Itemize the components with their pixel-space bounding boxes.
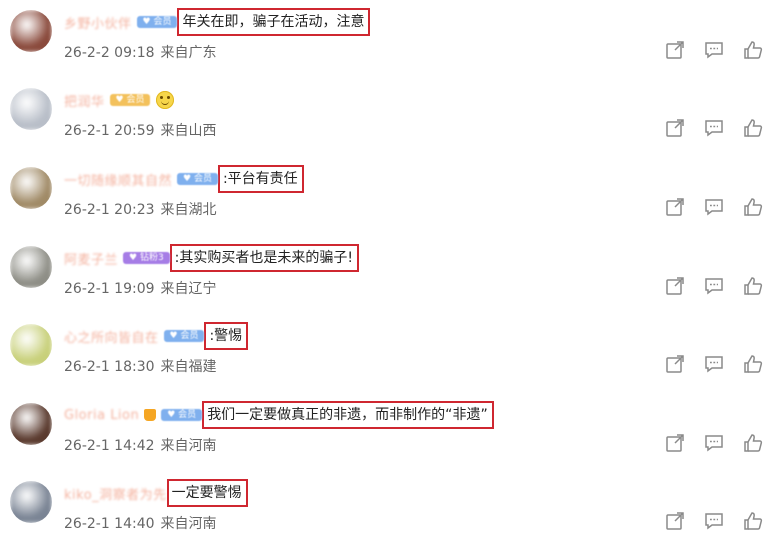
comment-date: 26-2-2 09:18 bbox=[64, 45, 155, 61]
share-icon[interactable] bbox=[665, 40, 685, 60]
username-link[interactable]: 一切随缘顺其自然 bbox=[64, 170, 172, 189]
member-badge[interactable]: ♥ 会员 bbox=[161, 409, 203, 421]
username-link[interactable]: 乡野小伙伴 bbox=[64, 13, 132, 32]
comment-location: 来自辽宁 bbox=[160, 281, 217, 297]
comment-icon[interactable] bbox=[704, 118, 724, 138]
comment-icon[interactable] bbox=[704, 511, 724, 531]
thumbs-up-icon[interactable] bbox=[743, 354, 763, 374]
share-icon[interactable] bbox=[665, 433, 685, 453]
thumbs-up-icon[interactable] bbox=[743, 433, 763, 453]
comment-date: 26-2-1 19:09 bbox=[64, 281, 155, 297]
username-link[interactable]: 阿麦子兰 bbox=[64, 249, 118, 268]
avatar[interactable] bbox=[10, 88, 52, 130]
comment-icon[interactable] bbox=[704, 276, 724, 296]
comment-item: 把润华 ♥ 会员 26-2-1 20:59 来自山西 bbox=[0, 78, 771, 156]
comment-header: 一切随缘顺其自然 ♥ 会员:平台有责任 bbox=[64, 165, 761, 193]
comment-icon[interactable] bbox=[704, 40, 724, 60]
comment-location: 来自河南 bbox=[160, 516, 217, 532]
comment-icon[interactable] bbox=[704, 433, 724, 453]
comment-meta: 26-2-1 19:09 来自辽宁 bbox=[64, 278, 217, 298]
comment-text: :平台有责任 bbox=[217, 165, 304, 193]
comment-text: :其实购买者也是未来的骗子! bbox=[169, 244, 360, 272]
comment-header: 乡野小伙伴 ♥ 会员 年关在即，骗子在活动，注意 bbox=[64, 8, 761, 36]
comment-item: kiko_洞察者为先 一定要警惕 26-2-1 14:40 来自河南 bbox=[0, 471, 771, 549]
comment-text: 我们一定要做真正的非遗，而非制作的“非遗” bbox=[202, 401, 494, 429]
comment-item: Gloria Lion ♥ 会员 我们一定要做真正的非遗，而非制作的“非遗” 26-2… bbox=[0, 393, 771, 471]
comment-text: 年关在即，骗子在活动，注意 bbox=[177, 8, 371, 36]
comment-meta: 26-2-1 14:40 来自河南 bbox=[64, 513, 217, 533]
comment-icon[interactable] bbox=[704, 354, 724, 374]
comment-location: 来自湖北 bbox=[160, 202, 217, 218]
comment-icon[interactable] bbox=[704, 197, 724, 217]
member-badge[interactable]: ♥ 会员 bbox=[163, 330, 205, 342]
comment-header: 心之所向皆自在 ♥ 会员:警惕 bbox=[64, 322, 761, 350]
comment-actions bbox=[665, 433, 763, 453]
avatar[interactable] bbox=[10, 10, 52, 52]
avatar[interactable] bbox=[10, 246, 52, 288]
share-icon[interactable] bbox=[665, 118, 685, 138]
avatar[interactable] bbox=[10, 167, 52, 209]
comment-item: 心之所向皆自在 ♥ 会员:警惕 26-2-1 18:30 来自福建 bbox=[0, 314, 771, 392]
comment-item: 一切随缘顺其自然 ♥ 会员:平台有责任 26-2-1 20:23 来自湖北 bbox=[0, 157, 771, 235]
comment-header: 阿麦子兰 ♥ 钻粉3:其实购买者也是未来的骗子! bbox=[64, 244, 761, 272]
member-badge[interactable]: ♥ 会员 bbox=[177, 173, 218, 185]
comment-location: 来自广东 bbox=[160, 45, 217, 61]
comment-header: Gloria Lion ♥ 会员 我们一定要做真正的非遗，而非制作的“非遗” bbox=[64, 401, 761, 429]
crown-icon bbox=[144, 409, 157, 421]
comment-actions bbox=[665, 276, 763, 296]
comment-meta: 26-2-1 14:42 来自河南 bbox=[64, 435, 217, 455]
share-icon[interactable] bbox=[665, 354, 685, 374]
smiley-emoji-icon bbox=[156, 91, 175, 109]
share-icon[interactable] bbox=[665, 511, 685, 531]
comment-date: 26-2-1 14:40 bbox=[64, 516, 155, 532]
comment-date: 26-2-1 20:59 bbox=[64, 123, 155, 139]
comment-meta: 26-2-1 18:30 来自福建 bbox=[64, 356, 217, 376]
comment-date: 26-2-1 20:23 bbox=[64, 202, 155, 218]
thumbs-up-icon[interactable] bbox=[743, 276, 763, 296]
comment-location: 来自山西 bbox=[160, 123, 217, 139]
share-icon[interactable] bbox=[665, 197, 685, 217]
comment-date: 26-2-1 14:42 bbox=[64, 438, 155, 454]
thumbs-up-icon[interactable] bbox=[743, 511, 763, 531]
avatar[interactable] bbox=[10, 403, 52, 445]
comment-actions bbox=[665, 118, 763, 138]
username-link[interactable]: kiko_洞察者为先 bbox=[64, 484, 167, 503]
comment-date: 26-2-1 18:30 bbox=[64, 359, 155, 375]
comment-actions bbox=[665, 511, 763, 531]
username-link[interactable]: 把润华 bbox=[64, 91, 105, 110]
comment-header: 把润华 ♥ 会员 bbox=[64, 86, 761, 114]
member-badge[interactable]: ♥ 钻粉3 bbox=[123, 252, 170, 264]
comment-text: 一定要警惕 bbox=[166, 479, 248, 507]
comment-actions bbox=[665, 40, 763, 60]
thumbs-up-icon[interactable] bbox=[743, 118, 763, 138]
thumbs-up-icon[interactable] bbox=[743, 197, 763, 217]
comment-actions bbox=[665, 197, 763, 217]
thumbs-up-icon[interactable] bbox=[743, 40, 763, 60]
comment-item: 乡野小伙伴 ♥ 会员 年关在即，骗子在活动，注意 26-2-2 09:18 来自广东 bbox=[0, 0, 771, 78]
comment-list: 乡野小伙伴 ♥ 会员 年关在即，骗子在活动，注意 26-2-2 09:18 来自广东 把润… bbox=[0, 0, 771, 540]
username-link[interactable]: Gloria Lion bbox=[64, 408, 139, 423]
avatar[interactable] bbox=[10, 324, 52, 366]
comment-text: :警惕 bbox=[204, 322, 249, 350]
comment-header: kiko_洞察者为先 一定要警惕 bbox=[64, 479, 761, 507]
comment-item: 阿麦子兰 ♥ 钻粉3:其实购买者也是未来的骗子! 26-2-1 19:09 来自辽宁 bbox=[0, 236, 771, 314]
comment-actions bbox=[665, 354, 763, 374]
share-icon[interactable] bbox=[665, 276, 685, 296]
comment-meta: 26-2-1 20:23 来自湖北 bbox=[64, 199, 217, 219]
member-badge[interactable]: ♥ 会员 bbox=[109, 94, 151, 106]
avatar[interactable] bbox=[10, 481, 52, 523]
comment-meta: 26-2-1 20:59 来自山西 bbox=[64, 120, 217, 140]
username-link[interactable]: 心之所向皆自在 bbox=[64, 327, 159, 346]
comment-location: 来自河南 bbox=[160, 438, 217, 454]
comment-meta: 26-2-2 09:18 来自广东 bbox=[64, 42, 217, 62]
member-badge[interactable]: ♥ 会员 bbox=[136, 16, 178, 28]
comment-location: 来自福建 bbox=[160, 359, 217, 375]
